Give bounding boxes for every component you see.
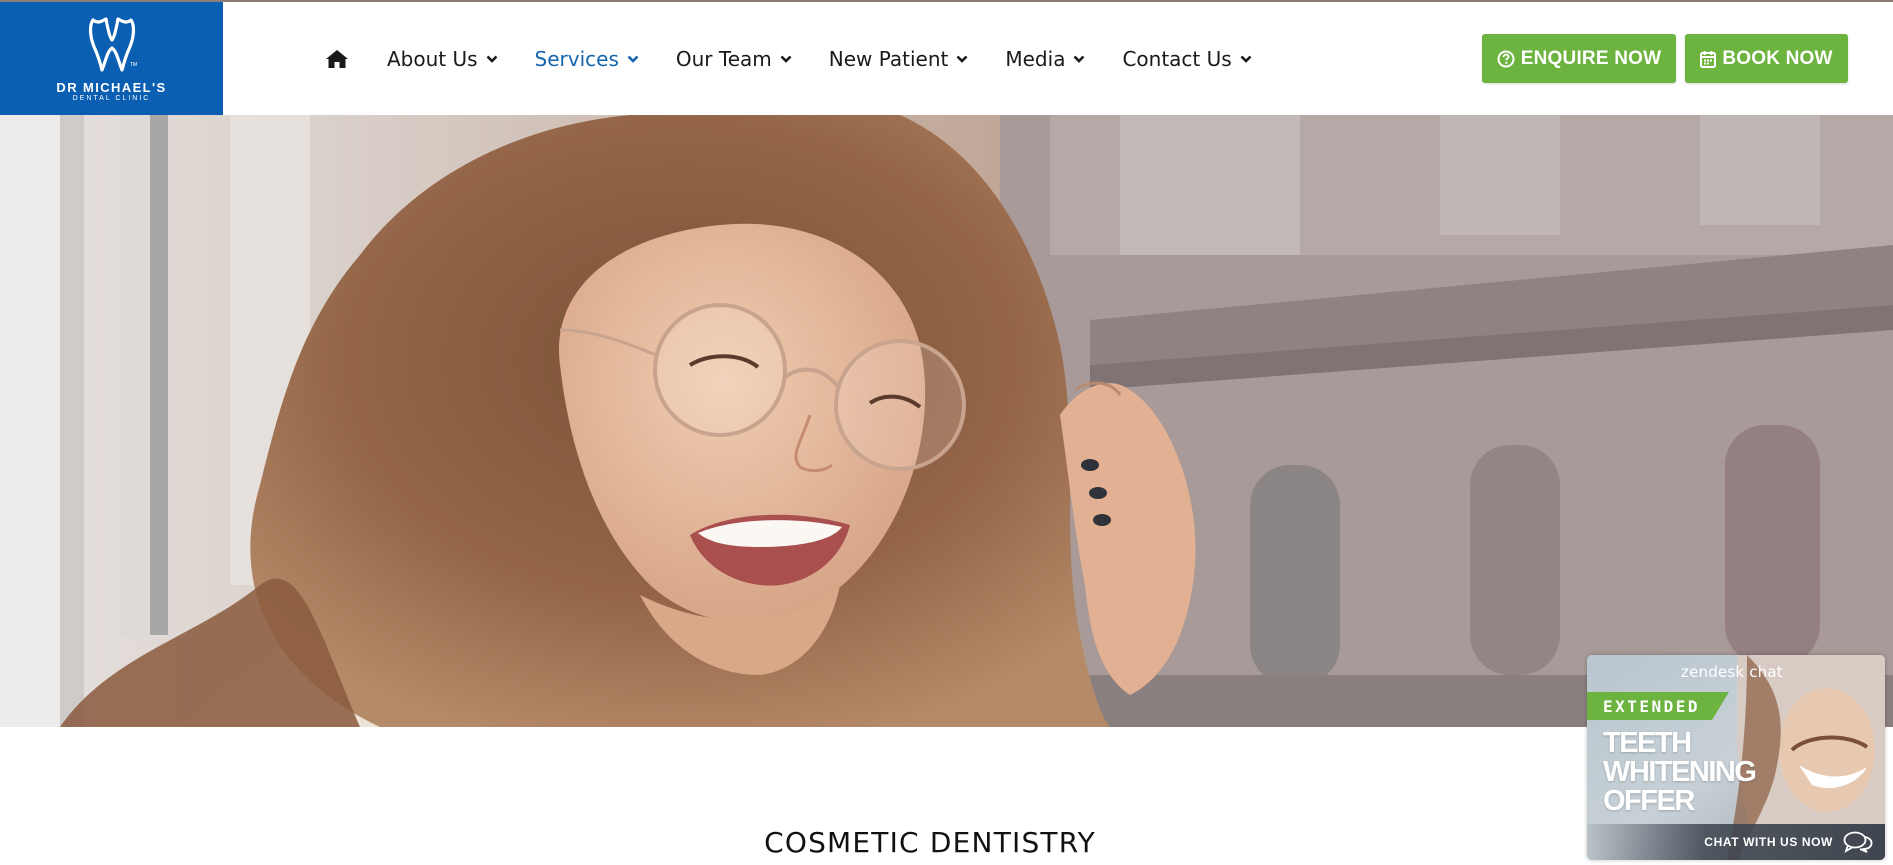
offer-line: WHITENING [1603, 756, 1757, 788]
chevron-down-icon [956, 55, 968, 63]
book-now-label: BOOK NOW [1722, 47, 1833, 69]
nav-item-label: Contact Us [1122, 46, 1232, 71]
chevron-down-icon [486, 55, 497, 63]
chevron-down-icon [1240, 55, 1252, 63]
nav-item-new-patient[interactable]: New Patient [829, 47, 969, 71]
enquire-now-label: ENQUIRE NOW [1520, 47, 1662, 69]
nav-item-our-team[interactable]: Our Team [676, 47, 792, 71]
zendesk-brand: zendesk chat [1681, 663, 1783, 681]
hero-image [0, 115, 1893, 727]
tooth-icon: TM [88, 17, 137, 72]
offer-text: TEETH WHITENING OFFER [1603, 727, 1757, 817]
logo-subtitle: DENTAL CLINIC [72, 95, 151, 102]
nav-item-label: About Us [387, 46, 478, 71]
extended-badge: EXTENDED [1587, 692, 1729, 720]
nav-item-label: Our Team [675, 46, 772, 71]
logo-name: DR MICHAEL'S [56, 80, 167, 95]
hero-banner [0, 115, 1893, 727]
calendar-icon [1700, 50, 1717, 68]
enquire-now-button[interactable]: ENQUIRE NOW [1482, 34, 1676, 83]
site-logo[interactable]: TM DR MICHAEL'S DENTAL CLINIC [0, 2, 223, 115]
nav-item-contact-us[interactable]: Contact Us [1122, 46, 1252, 71]
section-title: COSMETIC DENTISTRY [764, 826, 1096, 859]
nav-item-label: Media [1005, 46, 1066, 71]
nav-item-services[interactable]: Services [535, 47, 639, 71]
chat-bubbles-icon [1843, 831, 1873, 853]
chat-cta-bar[interactable]: CHAT WITH US NOW [1587, 824, 1885, 860]
home-icon[interactable] [325, 48, 351, 70]
nav-item-media[interactable]: Media [1005, 47, 1085, 71]
nav-item-label: New Patient [828, 46, 949, 71]
site-header: TM DR MICHAEL'S DENTAL CLINIC About Us S… [0, 2, 1893, 115]
offer-line: TEETH [1603, 727, 1692, 759]
zendesk-chat-widget[interactable]: zendesk chat EXTENDED TEETH WHITENING OF… [1587, 655, 1885, 860]
chat-cta-label: CHAT WITH US NOW [1704, 835, 1833, 849]
chevron-down-icon [1074, 55, 1085, 63]
nav-item-label: Services [534, 46, 619, 71]
chevron-down-icon [780, 55, 792, 63]
svg-text:TM: TM [130, 62, 137, 68]
offer-line: OFFER [1603, 785, 1695, 817]
main-nav: About Us Services Our Team New Patient M… [325, 2, 1289, 115]
book-now-button[interactable]: BOOK NOW [1685, 34, 1848, 83]
chevron-down-icon [627, 55, 639, 63]
nav-item-about-us[interactable]: About Us [387, 47, 498, 71]
question-circle-icon [1497, 50, 1515, 67]
